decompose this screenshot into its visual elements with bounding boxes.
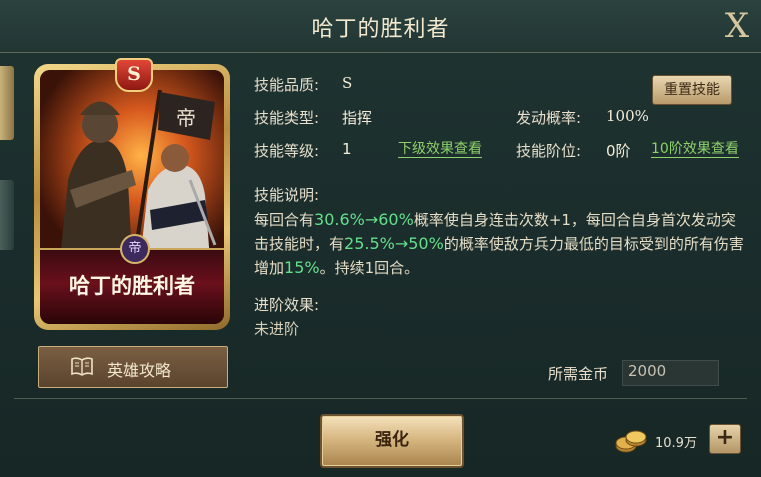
chance-value: 100% — [606, 107, 649, 125]
skill-card: 帝 帝 哈丁的胜利者 S — [34, 58, 230, 330]
cost-label: 所需金币 — [548, 365, 609, 383]
tier10-effect-link[interactable]: 10阶效果查看 — [651, 141, 739, 158]
tier-label: 技能阶位: — [516, 142, 582, 160]
hero-guide-button[interactable]: 英雄攻略 — [38, 346, 228, 388]
skill-card-namebar: 帝 哈丁的胜利者 — [40, 234, 224, 324]
description-highlight-1: 30.6%→60% — [314, 210, 414, 229]
coins-balance: 10.9万 — [655, 436, 697, 451]
advance-heading: 进阶效果: — [254, 296, 320, 314]
hero-guide-label: 英雄攻略 — [107, 361, 172, 380]
skill-description: 每回合有30.6%→60%概率使自身连击次数+1，每回合自身首次发动突击技能时，… — [254, 208, 744, 280]
plus-icon: + — [715, 425, 735, 450]
tier-value: 0阶 — [606, 142, 631, 160]
advance-value: 未进阶 — [254, 320, 300, 338]
reset-skill-button[interactable]: 重置技能 — [652, 75, 732, 105]
divider — [14, 398, 747, 399]
type-value: 指挥 — [342, 109, 373, 127]
skill-detail-panel: 哈丁的胜利者 X 帝 帝 哈丁的胜利者 S 英雄攻略 技能品质: S 重置技能 … — [0, 0, 761, 477]
rank-badge: S — [115, 58, 153, 92]
quality-value: S — [342, 74, 353, 92]
title-bar: 哈丁的胜利者 X — [0, 0, 761, 53]
skill-card-art-frame: 帝 帝 哈丁的胜利者 — [40, 70, 224, 324]
page-title: 哈丁的胜利者 — [311, 17, 450, 42]
chance-label: 发动概率: — [516, 109, 582, 127]
close-icon: X — [724, 6, 750, 46]
side-tab[interactable] — [0, 180, 14, 250]
strengthen-button[interactable]: 强化 — [320, 414, 464, 468]
book-icon — [71, 357, 93, 376]
level-label: 技能等级: — [254, 142, 320, 160]
skill-card-artwork: 帝 — [40, 70, 224, 260]
description-highlight-3: 15% — [284, 258, 320, 277]
side-tab-active[interactable] — [0, 66, 14, 140]
description-highlight-2: 25.5%→50% — [344, 234, 444, 253]
type-label: 技能类型: — [254, 109, 320, 127]
quality-label: 技能品质: — [254, 76, 320, 94]
next-level-effect-link[interactable]: 下级效果查看 — [398, 141, 482, 158]
cost-value: 2000 — [628, 362, 667, 380]
skill-card-name: 哈丁的胜利者 — [69, 274, 195, 298]
svg-text:帝: 帝 — [176, 106, 196, 130]
close-button[interactable]: X — [718, 6, 756, 46]
description-text: 。持续1回合。 — [319, 259, 420, 277]
description-text: 每回合有 — [254, 211, 315, 229]
level-value: 1 — [342, 140, 352, 158]
description-heading: 技能说明: — [254, 186, 320, 204]
coins-icon — [615, 430, 647, 453]
faction-icon: 帝 — [120, 234, 150, 264]
add-coins-button[interactable]: + — [709, 424, 741, 454]
